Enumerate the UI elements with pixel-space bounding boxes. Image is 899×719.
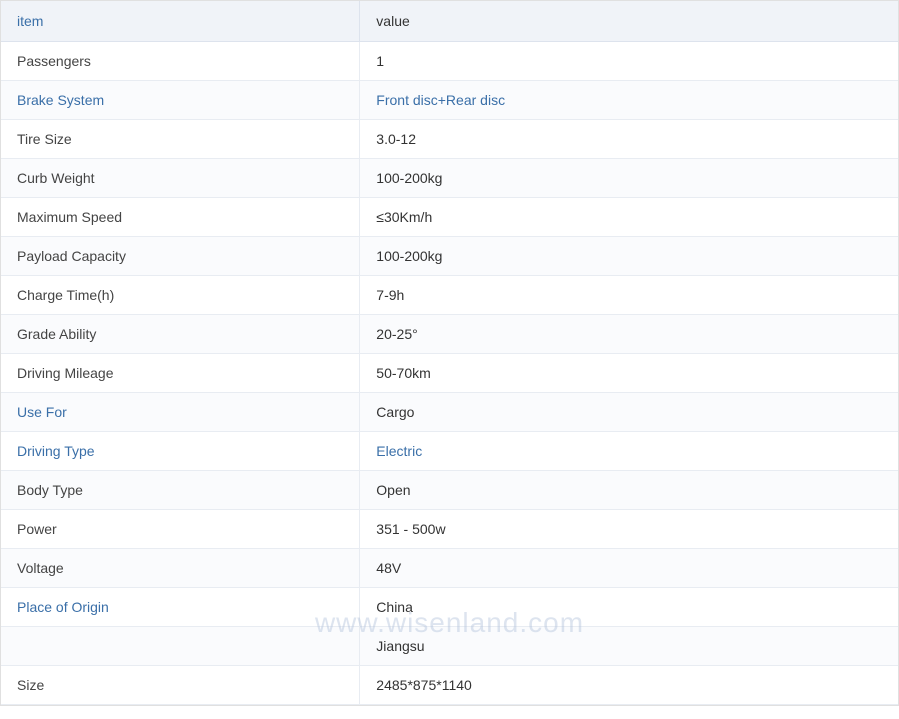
header-item: item bbox=[1, 1, 360, 42]
table-row: Place of OriginChina bbox=[1, 588, 898, 627]
table-row: Body TypeOpen bbox=[1, 471, 898, 510]
table-cell-item: Size bbox=[1, 666, 360, 705]
table-cell-value: 50-70km bbox=[360, 354, 898, 393]
table-body: Passengers1Brake SystemFront disc+Rear d… bbox=[1, 42, 898, 705]
table-cell-item bbox=[1, 627, 360, 666]
table-cell-value: 351 - 500w bbox=[360, 510, 898, 549]
table-row: Driving TypeElectric bbox=[1, 432, 898, 471]
table-cell-item: Payload Capacity bbox=[1, 237, 360, 276]
table-cell-item: Curb Weight bbox=[1, 159, 360, 198]
table-cell-item: Grade Ability bbox=[1, 315, 360, 354]
table-cell-item: Charge Time(h) bbox=[1, 276, 360, 315]
table-cell-item: Passengers bbox=[1, 42, 360, 81]
table-cell-value: Front disc+Rear disc bbox=[360, 81, 898, 120]
table-row: Use ForCargo bbox=[1, 393, 898, 432]
table-row: Charge Time(h)7-9h bbox=[1, 276, 898, 315]
table-cell-value: 20-25° bbox=[360, 315, 898, 354]
table-cell-value: Open bbox=[360, 471, 898, 510]
table-cell-item: Driving Mileage bbox=[1, 354, 360, 393]
table-cell-value: 100-200kg bbox=[360, 159, 898, 198]
specs-table: item value Passengers1Brake SystemFront … bbox=[1, 1, 898, 705]
header-value: value bbox=[360, 1, 898, 42]
specs-table-container: item value Passengers1Brake SystemFront … bbox=[0, 0, 899, 706]
table-cell-item: Power bbox=[1, 510, 360, 549]
table-cell-value: China bbox=[360, 588, 898, 627]
table-row: Curb Weight100-200kg bbox=[1, 159, 898, 198]
table-row: Brake SystemFront disc+Rear disc bbox=[1, 81, 898, 120]
table-cell-value: 48V bbox=[360, 549, 898, 588]
table-row: Passengers1 bbox=[1, 42, 898, 81]
table-cell-item: Use For bbox=[1, 393, 360, 432]
table-cell-item: Tire Size bbox=[1, 120, 360, 159]
table-cell-item: Driving Type bbox=[1, 432, 360, 471]
table-row: Voltage48V bbox=[1, 549, 898, 588]
table-cell-item: Body Type bbox=[1, 471, 360, 510]
table-cell-value: 100-200kg bbox=[360, 237, 898, 276]
table-cell-value: Electric bbox=[360, 432, 898, 471]
table-cell-value: Jiangsu bbox=[360, 627, 898, 666]
table-row: Power351 - 500w bbox=[1, 510, 898, 549]
table-row: Jiangsu bbox=[1, 627, 898, 666]
table-row: Maximum Speed≤30Km/h bbox=[1, 198, 898, 237]
table-cell-value: 3.0-12 bbox=[360, 120, 898, 159]
table-header-row: item value bbox=[1, 1, 898, 42]
table-row: Size2485*875*1140 bbox=[1, 666, 898, 705]
table-cell-item: Brake System bbox=[1, 81, 360, 120]
table-cell-value: Cargo bbox=[360, 393, 898, 432]
table-row: Driving Mileage50-70km bbox=[1, 354, 898, 393]
table-cell-item: Voltage bbox=[1, 549, 360, 588]
table-cell-value: 1 bbox=[360, 42, 898, 81]
table-row: Tire Size3.0-12 bbox=[1, 120, 898, 159]
table-row: Grade Ability20-25° bbox=[1, 315, 898, 354]
table-row: Payload Capacity100-200kg bbox=[1, 237, 898, 276]
table-cell-item: Maximum Speed bbox=[1, 198, 360, 237]
table-cell-value: 2485*875*1140 bbox=[360, 666, 898, 705]
table-cell-value: 7-9h bbox=[360, 276, 898, 315]
table-cell-value: ≤30Km/h bbox=[360, 198, 898, 237]
table-cell-item: Place of Origin bbox=[1, 588, 360, 627]
